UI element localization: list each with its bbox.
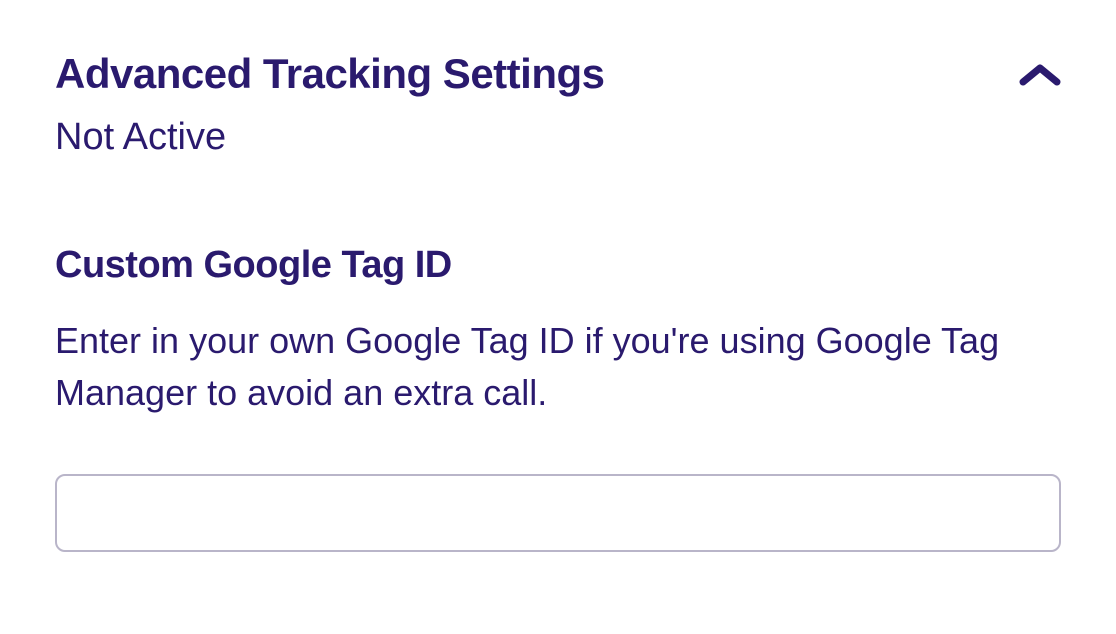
google-tag-id-input[interactable] bbox=[55, 474, 1061, 552]
panel-header[interactable]: Advanced Tracking Settings bbox=[55, 50, 1061, 98]
field-description: Enter in your own Google Tag ID if you'r… bbox=[55, 315, 1061, 419]
panel-status: Not Active bbox=[55, 116, 1061, 159]
field-label: Custom Google Tag ID bbox=[55, 244, 1061, 287]
chevron-up-icon[interactable] bbox=[1019, 62, 1061, 90]
panel-title: Advanced Tracking Settings bbox=[55, 50, 605, 98]
